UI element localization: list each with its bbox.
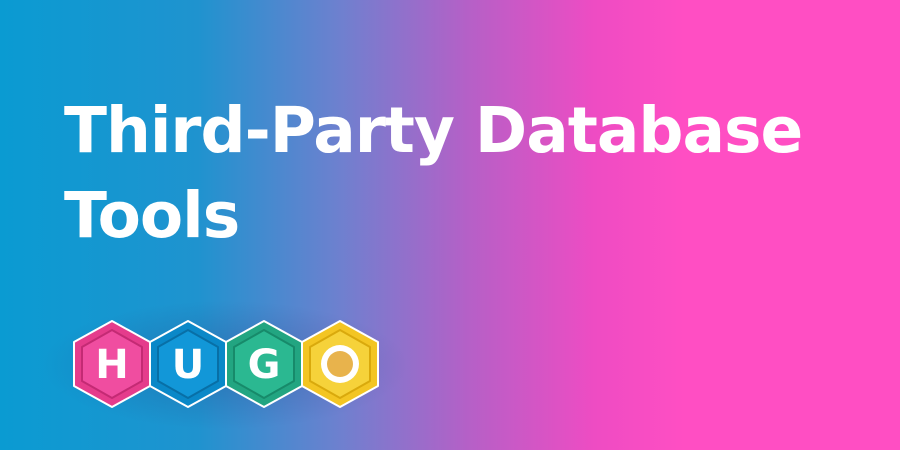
hex-u-letter: U xyxy=(172,342,204,388)
hugo-logo: H U G xyxy=(73,320,379,408)
hex-o-ring-hole-icon xyxy=(327,351,353,377)
page-title: Third-Party Database Tools xyxy=(64,88,864,258)
banner: Third-Party Database Tools H U G xyxy=(0,0,900,450)
logo-hex-o xyxy=(301,320,379,408)
title-line-2: Tools xyxy=(64,179,240,252)
logo-hex-u: U xyxy=(149,320,227,408)
logo-hex-g: G xyxy=(225,320,303,408)
logo-hex-h: H xyxy=(73,320,151,408)
hex-g-letter: G xyxy=(248,342,281,388)
title-line-1: Third-Party Database xyxy=(64,94,803,167)
hex-h-letter: H xyxy=(95,342,128,388)
